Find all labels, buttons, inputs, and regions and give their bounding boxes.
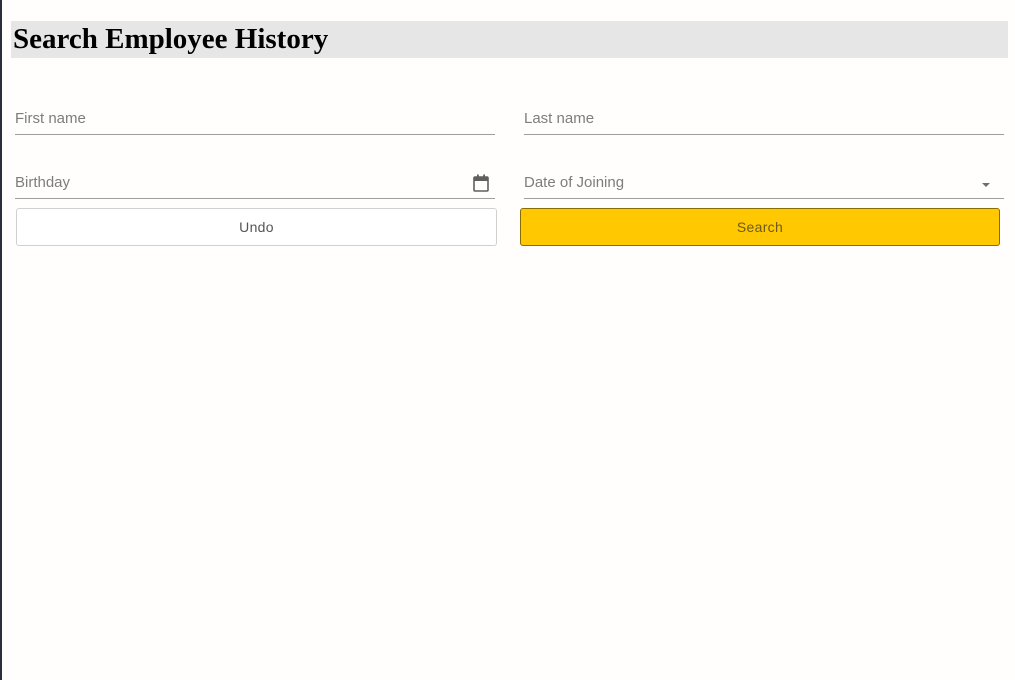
last-name-placeholder: Last name	[524, 110, 595, 127]
calendar-icon[interactable]	[473, 174, 489, 192]
search-button[interactable]: Search	[520, 208, 1000, 246]
header-bar: Search Employee History	[11, 21, 1008, 58]
last-name-field[interactable]: Last name	[524, 105, 1004, 135]
undo-button[interactable]: Undo	[16, 208, 497, 246]
birthday-field[interactable]: Birthday	[15, 169, 495, 199]
chevron-down-icon[interactable]	[982, 183, 990, 187]
birthday-placeholder: Birthday	[15, 174, 71, 191]
date-of-joining-placeholder: Date of Joining	[524, 174, 625, 191]
page-title: Search Employee History	[13, 23, 329, 55]
page: Search Employee History First name Last …	[0, 0, 1015, 680]
date-of-joining-select[interactable]: Date of Joining	[524, 169, 1004, 199]
first-name-placeholder: First name	[15, 110, 86, 127]
first-name-field[interactable]: First name	[15, 105, 495, 135]
